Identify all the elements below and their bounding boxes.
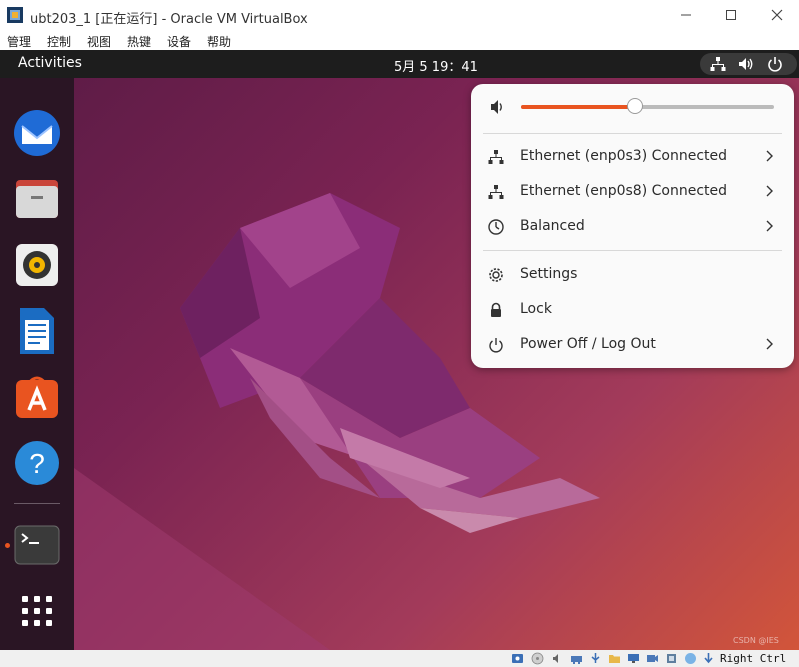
menu-item-power-mode[interactable]: Balanced: [471, 210, 794, 244]
dock-app-center[interactable]: [12, 372, 62, 422]
shared-folder-icon[interactable]: [608, 652, 621, 665]
volume-slider-knob[interactable]: [626, 98, 643, 114]
menu-item-ethernet-enp0s8[interactable]: Ethernet (enp0s8) Connected: [471, 175, 794, 209]
menu-help[interactable]: 帮助: [207, 33, 231, 50]
dock-show-apps[interactable]: [12, 586, 62, 636]
volume-icon: [739, 58, 753, 70]
menu-manage[interactable]: 管理: [7, 33, 31, 50]
network-icon: [710, 57, 726, 71]
chevron-right-icon: [766, 150, 773, 162]
gnome-topbar: Activities 5月 5 19：41: [0, 50, 799, 78]
app-center-icon: [16, 376, 58, 418]
maximize-icon: [726, 10, 736, 20]
minimize-icon: [681, 14, 691, 16]
network-wired-icon: [488, 185, 504, 199]
volume-row: [471, 90, 794, 124]
lock-icon: [491, 302, 501, 317]
window-title: ubt203_1 [正在运行] - Oracle VM VirtualBox: [30, 12, 308, 27]
running-indicator: [5, 543, 10, 548]
dock-rhythmbox[interactable]: [12, 240, 62, 290]
close-button[interactable]: [762, 4, 792, 28]
optical-drive-icon[interactable]: [531, 652, 544, 665]
menu-item-label: Ethernet (enp0s8) Connected: [520, 183, 727, 199]
network-wired-icon: [488, 150, 504, 164]
activities-button[interactable]: Activities: [18, 55, 82, 71]
cpu-icon[interactable]: [665, 652, 678, 665]
system-menu: Ethernet (enp0s3) Connected Ethernet (en…: [471, 84, 794, 368]
power-profile-icon: [488, 219, 504, 235]
power-icon: [489, 338, 503, 353]
menu-separator: [483, 250, 782, 251]
libreoffice-writer-icon: [20, 308, 54, 354]
display-icon[interactable]: [627, 652, 640, 665]
maximize-button[interactable]: [716, 4, 746, 28]
menubar: 管理 控制 视图 热键 设备 帮助: [0, 32, 799, 50]
app-grid-icon: [22, 596, 52, 626]
dock-separator: [14, 503, 60, 504]
clock[interactable]: 5月 5 19：41: [394, 56, 478, 75]
menu-item-label: Ethernet (enp0s3) Connected: [520, 148, 727, 164]
usb-icon[interactable]: [589, 652, 602, 665]
terminal-icon: [14, 525, 60, 565]
host-key-label: Right Ctrl: [720, 652, 787, 665]
chevron-right-icon: [766, 185, 773, 197]
window-titlebar: ubt203_1 [正在运行] - Oracle VM VirtualBox: [0, 0, 799, 32]
chevron-right-icon: [766, 338, 773, 350]
minimize-button[interactable]: [671, 4, 701, 28]
thunderbird-icon: [14, 110, 60, 156]
menu-item-label: Balanced: [520, 218, 585, 234]
chevron-right-icon: [766, 220, 773, 232]
mouse-integration-icon[interactable]: [684, 652, 697, 665]
volume-icon: [491, 100, 502, 114]
menu-hotkeys[interactable]: 热键: [127, 33, 151, 50]
menu-view[interactable]: 视图: [87, 33, 111, 50]
menu-item-label: Lock: [520, 301, 552, 317]
settings-gear-icon: [489, 268, 503, 282]
system-tray-button[interactable]: [700, 53, 797, 75]
menu-separator: [483, 133, 782, 134]
menu-item-label: Power Off / Log Out: [520, 336, 656, 352]
dock-libreoffice-writer[interactable]: [12, 306, 62, 356]
dock: ?: [0, 78, 74, 650]
volume-slider[interactable]: [521, 98, 774, 114]
rhythmbox-icon: [16, 244, 58, 286]
vm-statusbar: Right Ctrl: [0, 650, 799, 667]
watermark: CSDN @IES: [733, 636, 779, 645]
menu-item-power-off[interactable]: Power Off / Log Out: [471, 328, 794, 362]
dock-thunderbird[interactable]: [12, 108, 62, 158]
audio-icon[interactable]: [551, 652, 564, 665]
menu-item-settings[interactable]: Settings: [471, 258, 794, 292]
menu-control[interactable]: 控制: [47, 33, 71, 50]
virtualbox-icon: [7, 7, 23, 23]
keyboard-capture-icon[interactable]: [702, 652, 715, 665]
network-adapter-icon[interactable]: [570, 652, 583, 665]
dock-terminal[interactable]: [12, 520, 62, 570]
menu-item-ethernet-enp0s3[interactable]: Ethernet (enp0s3) Connected: [471, 140, 794, 174]
dock-files[interactable]: [12, 174, 62, 224]
svg-text:?: ?: [29, 448, 45, 479]
menu-devices[interactable]: 设备: [167, 33, 191, 50]
menu-item-label: Settings: [520, 266, 578, 282]
help-icon: ?: [15, 441, 59, 485]
power-icon: [768, 57, 782, 72]
hard-disk-icon[interactable]: [511, 652, 524, 665]
files-icon: [16, 180, 58, 218]
close-icon: [771, 9, 783, 21]
video-capture-icon[interactable]: [646, 652, 659, 665]
menu-item-lock[interactable]: Lock: [471, 293, 794, 327]
volume-slider-fill: [521, 105, 635, 109]
dock-help[interactable]: ?: [12, 438, 62, 488]
